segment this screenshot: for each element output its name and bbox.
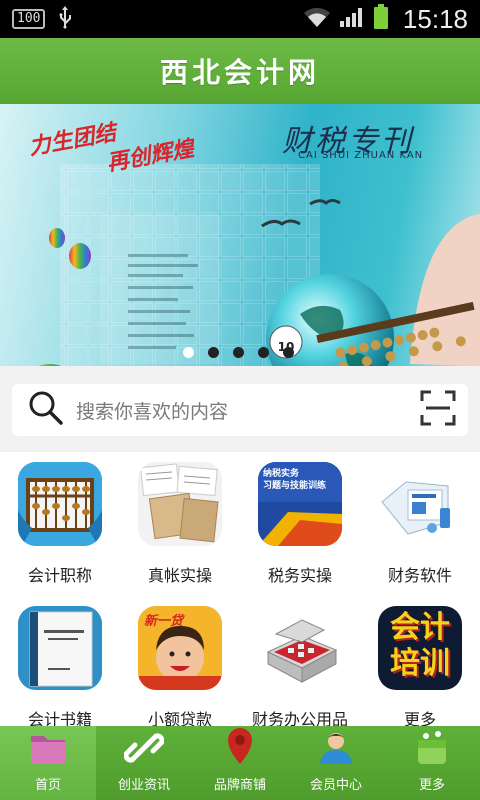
grid-item-label: 税务实操 — [267, 566, 332, 585]
grid-item-label: 真帐实操 — [147, 566, 212, 585]
tab-label: 创业资讯 — [117, 778, 170, 793]
battery-percentage-icon: 100 — [12, 9, 46, 29]
signal-icon — [339, 6, 365, 32]
app-header: 西北会计网 — [0, 38, 480, 104]
microloan-icon: 新一贷 — [138, 606, 222, 690]
software-box-icon — [378, 462, 462, 546]
tab-brand-shops[interactable]: 品牌商铺 — [192, 726, 288, 800]
carousel-dot[interactable] — [233, 347, 244, 358]
search-placeholder: 搜索你喜欢的内容 — [76, 400, 229, 423]
tab-label: 会员中心 — [309, 778, 362, 793]
search-icon — [28, 390, 64, 430]
accounting-training-icon: 会计 培训 — [378, 606, 462, 690]
folder-icon — [28, 730, 68, 770]
abacus-icon — [18, 462, 102, 546]
location-pin-icon — [220, 726, 260, 770]
category-grid: 会计职称 真帐实操 纳税实务 习题与技能训练 税务实操 财务软件 会计书籍 新一… — [0, 452, 480, 729]
grid-item-office-supplies[interactable]: 财务办公用品 — [240, 596, 360, 733]
microloan-badge-text: 新一贷 — [144, 614, 184, 629]
carousel-dot[interactable] — [208, 347, 219, 358]
tab-label: 更多 — [418, 778, 445, 793]
carousel-dot[interactable] — [258, 347, 269, 358]
user-icon — [316, 730, 356, 770]
grid-item-microloan[interactable]: 新一贷 小额贷款 — [120, 596, 240, 733]
wifi-icon — [303, 6, 331, 32]
grid-item-finance-software[interactable]: 财务软件 — [360, 452, 480, 589]
search-input[interactable]: 搜索你喜欢的内容 — [12, 384, 468, 436]
training-badge-text: 会计 培训 — [390, 610, 450, 681]
grid-item-label: 会计职称 — [27, 566, 92, 585]
banner-subtitle: CAI SHUI ZHUAN KAN — [298, 150, 424, 161]
bottom-tab-bar: 首页 创业资讯 品牌商铺 会员中心 更多 — [0, 726, 480, 800]
carousel-dots[interactable] — [183, 347, 294, 358]
battery-icon — [373, 4, 389, 34]
status-bar: 100 15:18 — [0, 0, 480, 38]
search-area: 搜索你喜欢的内容 — [0, 366, 480, 452]
grid-item-accounting-title[interactable]: 会计职称 — [0, 452, 120, 589]
tax-book-icon: 纳税实务 习题与技能训练 — [258, 462, 342, 546]
link-icon — [123, 730, 165, 770]
usb-icon — [57, 5, 73, 34]
tab-startup-news[interactable]: 创业资讯 — [96, 726, 192, 800]
tax-book-cover-text: 纳税实务 习题与技能训练 — [263, 469, 327, 491]
tab-label: 品牌商铺 — [213, 778, 266, 793]
clock: 15:18 — [402, 3, 468, 34]
carousel-dot[interactable] — [283, 347, 294, 358]
grid-item-label: 财务软件 — [387, 566, 452, 585]
tab-member-center[interactable]: 会员中心 — [288, 726, 384, 800]
seal-box-icon — [258, 606, 342, 690]
promo-banner[interactable]: 力生团结 再创辉煌 财税专刊 CAI SHUI ZHUAN KAN 10 — [0, 104, 480, 366]
tab-label: 首页 — [34, 778, 61, 793]
carousel-dot[interactable] — [183, 347, 194, 358]
more-icon — [412, 730, 452, 770]
grid-item-real-accounts[interactable]: 真帐实操 — [120, 452, 240, 589]
ledger-papers-icon — [138, 462, 222, 546]
grid-item-more[interactable]: 会计 培训 更多 — [360, 596, 480, 733]
grid-item-accounting-books[interactable]: 会计书籍 — [0, 596, 120, 733]
tab-home[interactable]: 首页 — [0, 726, 96, 800]
page-title: 西北会计网 — [159, 56, 320, 89]
scan-icon[interactable] — [420, 390, 456, 430]
grid-item-tax-practice[interactable]: 纳税实务 习题与技能训练 税务实操 — [240, 452, 360, 589]
tab-more[interactable]: 更多 — [384, 726, 480, 800]
accounting-book-icon — [18, 606, 102, 690]
